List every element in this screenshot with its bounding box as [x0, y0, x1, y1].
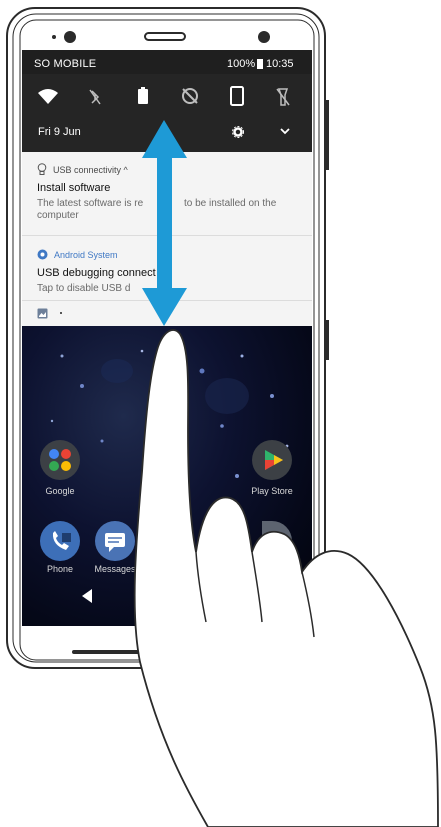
notification-body-end: to be installed on the — [184, 198, 277, 209]
notification-dot — [60, 312, 62, 314]
expand-chevron-icon[interactable] — [280, 128, 290, 136]
swipe-direction-arrow — [142, 120, 187, 326]
auto-rotate-off-icon[interactable] — [181, 87, 199, 105]
phone-mode-icon[interactable] — [230, 86, 244, 106]
google-label: Google — [45, 486, 75, 496]
carrier-label: SO MOBILE — [34, 58, 97, 70]
phone-illustration: SO MOBILE 100% 10:35 Fri 9 Jun USB conne… — [0, 0, 441, 827]
date-label: Fri 9 Jun — [38, 126, 81, 138]
notification-body: Tap to disable USB d — [37, 283, 131, 294]
phone-app-icon[interactable] — [40, 521, 80, 561]
battery-icon — [257, 59, 263, 69]
notification-title: Install software — [37, 182, 111, 194]
battery-percent: 100% — [227, 58, 256, 70]
settings-gear-icon[interactable] — [232, 126, 244, 138]
notification-body-start: The latest software is re — [37, 198, 144, 209]
notification-app-name: USB connectivity ^ — [53, 165, 128, 175]
torch-off-icon[interactable] — [276, 87, 290, 107]
android-system-icon — [37, 249, 48, 260]
lightbulb-icon — [37, 163, 47, 175]
back-nav-icon[interactable] — [80, 588, 94, 604]
notification-title: USB debugging connect — [37, 267, 156, 279]
notification-app-name: Android System — [54, 250, 118, 260]
swipe-hand-illustration — [133, 329, 439, 827]
bluetooth-off-icon[interactable] — [88, 88, 102, 106]
battery-saver-icon[interactable] — [137, 87, 149, 105]
notification-body-line2: computer — [37, 210, 79, 221]
wifi-icon[interactable] — [37, 87, 59, 105]
google-folder-icon[interactable] — [40, 440, 80, 480]
clock: 10:35 — [266, 58, 294, 70]
image-notification-icon — [37, 308, 48, 319]
